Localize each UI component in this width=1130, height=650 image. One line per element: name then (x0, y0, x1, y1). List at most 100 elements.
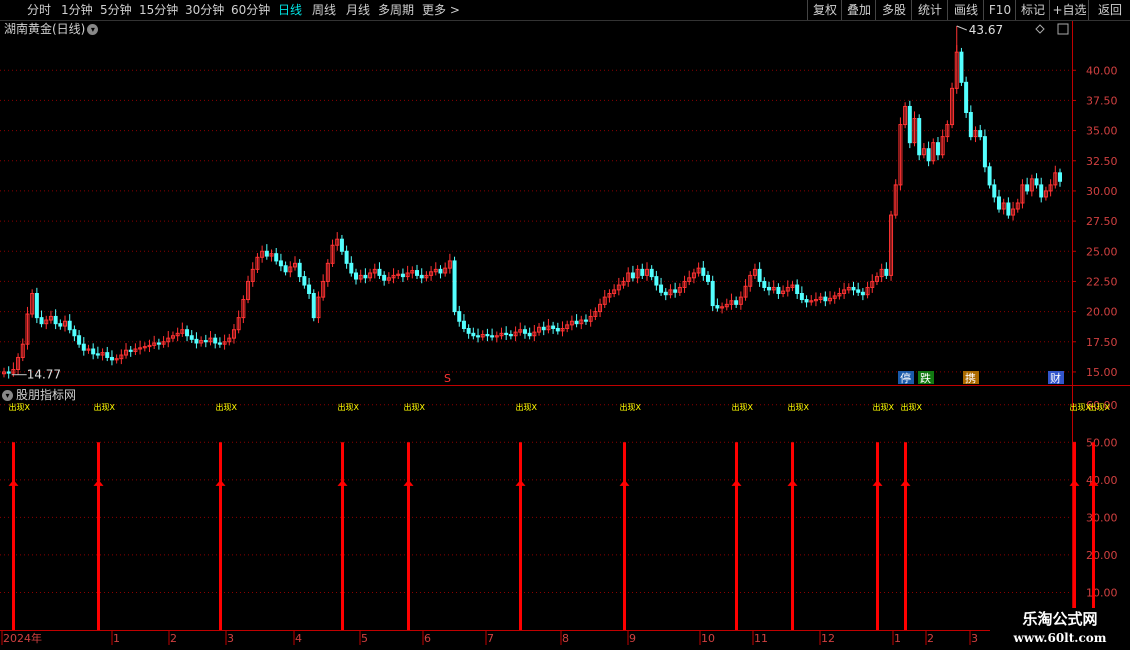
event-marker: 携 (965, 371, 976, 385)
price-tick-label: 30.00 (1086, 185, 1118, 198)
candle-body (34, 293, 39, 319)
candle-body (278, 260, 283, 267)
candle-body (109, 356, 114, 361)
time-label: 9 (629, 632, 636, 645)
signal-arrow-head (8, 479, 19, 486)
event-marker: 停 (900, 371, 911, 385)
candle-body (185, 329, 190, 337)
signal-label: 出现X (94, 402, 116, 412)
candle-body (81, 343, 86, 351)
watermark-url: www.60lt.com (1013, 631, 1107, 645)
time-label: 4 (295, 632, 302, 645)
candle-body (485, 334, 490, 337)
signal-label: 出现X (216, 402, 238, 412)
price-tick-label: 25.00 (1086, 245, 1118, 258)
signal-label: 出现X (901, 402, 923, 412)
signal-label: 出现X (620, 402, 642, 412)
candle-body (95, 353, 100, 356)
watermark-title: 乐淘公式网 (1022, 610, 1098, 628)
candle-body (823, 296, 828, 302)
signal-arrow-head (731, 479, 742, 486)
price-tick-label: 17.50 (1086, 336, 1118, 349)
candle-body (349, 262, 354, 274)
price-tick-label: 37.50 (1086, 94, 1118, 107)
candle-body (77, 335, 82, 345)
time-label: 6 (424, 632, 431, 645)
time-label: 5 (361, 632, 368, 645)
time-label: 2 (927, 632, 934, 645)
signal-label: 出现X (1089, 402, 1111, 412)
signal-arrow-head (1069, 479, 1080, 486)
chevron-down-icon[interactable]: ▾ (2, 390, 13, 401)
candle-body (968, 112, 973, 138)
time-label: 1 (113, 632, 120, 645)
event-marker: S (444, 372, 451, 385)
candle-body (438, 268, 443, 274)
candle-body (302, 276, 307, 286)
candle-body (452, 260, 457, 313)
candle-body (203, 340, 208, 343)
candle-body (344, 250, 349, 264)
price-tick-label: 35.00 (1086, 125, 1118, 138)
candle-body (996, 196, 1001, 210)
time-label: 1 (894, 632, 901, 645)
candle-body (673, 289, 678, 293)
candle-body (72, 329, 77, 337)
candle-body (400, 273, 405, 278)
candle-body (58, 323, 63, 327)
watermark: 乐淘公式网 www.60lt.com (990, 608, 1130, 650)
indicator-tick-label: 20.00 (1086, 549, 1118, 562)
candle-body (471, 332, 476, 337)
candle-body (476, 335, 481, 338)
time-label: 2 (170, 632, 177, 645)
candle-body (264, 250, 269, 257)
signal-arrow-head (515, 479, 526, 486)
candle-body (884, 268, 889, 276)
signal-arrow-head (619, 479, 630, 486)
signal-arrow-head (872, 479, 883, 486)
signal-label: 出现X (404, 402, 426, 412)
candle-body (508, 334, 513, 337)
candle-body (917, 118, 922, 156)
candle-body (776, 286, 781, 295)
candle-body (1025, 184, 1030, 192)
candle-body (574, 320, 579, 325)
candle-body (663, 291, 668, 296)
candle-body (659, 284, 664, 293)
candle-body (363, 274, 368, 279)
candle-body (541, 326, 546, 331)
candle-body (91, 348, 96, 355)
chart-canvas: 40.00 37.50 35.00 32.50 30.00 27.50 25.00 22.50… (0, 20, 1130, 650)
candle-body (156, 342, 161, 345)
candle-body (307, 284, 312, 295)
time-label: 11 (754, 632, 768, 645)
candle-body (860, 291, 865, 296)
candle-body (767, 286, 772, 291)
candle-body (189, 335, 194, 340)
candle-body (799, 293, 804, 301)
candle-body (297, 262, 302, 278)
panel-toggle-icon (1057, 23, 1069, 35)
diamond-icon (1035, 24, 1045, 34)
event-marker: 跌 (920, 371, 931, 385)
event-marker: 财 (1050, 371, 1061, 385)
time-label: 12 (821, 632, 835, 645)
indicator-title[interactable]: ▾ 股朋指标网 (2, 387, 76, 403)
candle-body (640, 268, 645, 276)
candle-body (39, 317, 44, 325)
price-tick-label: 15.00 (1086, 366, 1118, 379)
candle-body (734, 300, 739, 305)
high-pointer (956, 25, 967, 31)
signal-arrow-head (900, 479, 911, 486)
candle-body (654, 276, 659, 286)
signal-arrow-head (337, 479, 348, 486)
candle-body (555, 327, 560, 332)
signal-label: 出现X (516, 402, 538, 412)
candle-body (630, 272, 635, 279)
price-tick-label: 22.50 (1086, 275, 1118, 288)
signal-arrow-head (787, 479, 798, 486)
candle-body (217, 342, 222, 345)
candle-body (978, 130, 983, 138)
candle-body (964, 81, 969, 114)
candle-body (311, 293, 316, 319)
